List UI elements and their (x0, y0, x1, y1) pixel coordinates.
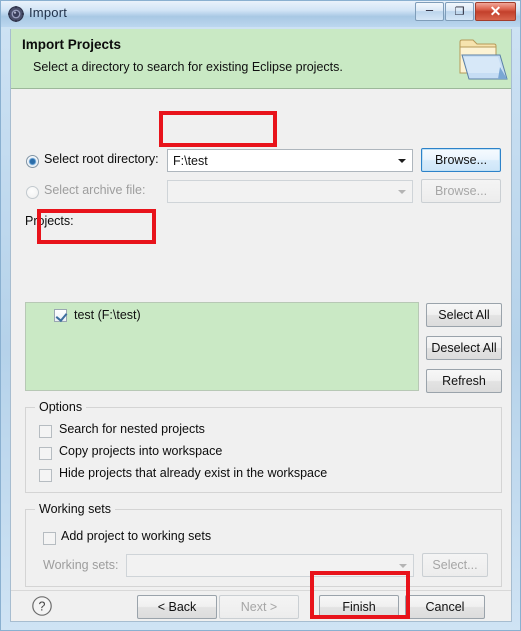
root-directory-combo[interactable]: F:\test (167, 149, 413, 172)
maximize-button[interactable]: ❐ (445, 2, 474, 21)
deselect-all-button[interactable]: Deselect All (426, 336, 502, 360)
import-dialog-window: Import – ❐ ✕ Import Projects Select a di… (0, 0, 521, 631)
back-button[interactable]: < Back (137, 595, 217, 619)
window-title: Import (29, 5, 68, 20)
close-button[interactable]: ✕ (475, 2, 516, 21)
list-item[interactable]: test (F:\test) (30, 307, 416, 325)
label-select-root-directory: Select root directory: (44, 152, 159, 166)
dialog-body: Select root directory: F:\test Browse...… (11, 90, 511, 590)
checkbox-hide-existing-projects[interactable] (39, 469, 52, 482)
working-sets-group: Working sets Add project to working sets… (25, 502, 502, 587)
help-question-icon[interactable]: ? (31, 595, 53, 617)
wizard-header: Import Projects Select a directory to se… (11, 29, 511, 89)
root-directory-value: F:\test (173, 154, 208, 168)
label-select-archive-file: Select archive file: (44, 183, 146, 197)
checkbox-search-nested-projects[interactable] (39, 425, 52, 438)
label-hide-existing-projects: Hide projects that already exist in the … (59, 466, 328, 480)
eclipse-import-icon (8, 6, 24, 22)
working-sets-group-title: Working sets (35, 502, 116, 516)
title-bar: Import – ❐ ✕ (1, 1, 520, 27)
page-title: Import Projects (22, 37, 122, 52)
minimize-icon: – (425, 1, 434, 17)
select-all-button[interactable]: Select All (426, 303, 502, 327)
label-working-sets: Working sets: (43, 558, 119, 572)
select-working-sets-button: Select... (422, 553, 488, 577)
projects-list[interactable]: test (F:\test) (25, 302, 419, 391)
radio-select-archive-file[interactable] (26, 186, 39, 199)
finish-button[interactable]: Finish (319, 595, 399, 619)
open-folder-icon (454, 33, 510, 87)
browse-archive-file-button: Browse... (421, 179, 501, 203)
refresh-button[interactable]: Refresh (426, 369, 502, 393)
cancel-button[interactable]: Cancel (405, 595, 485, 619)
label-search-nested-projects: Search for nested projects (59, 422, 205, 436)
checkbox-copy-projects-into-workspace[interactable] (39, 447, 52, 460)
dialog-client-area: Import Projects Select a directory to se… (10, 29, 512, 622)
dialog-footer: ? < Back Next > Finish Cancel (11, 590, 511, 621)
page-description: Select a directory to search for existin… (33, 60, 343, 74)
close-icon: ✕ (489, 3, 502, 19)
next-button: Next > (219, 595, 299, 619)
projects-label: Projects: (25, 214, 74, 228)
checkbox-add-project-to-working-sets[interactable] (43, 532, 56, 545)
chevron-down-icon[interactable] (393, 151, 411, 170)
label-copy-projects-into-workspace: Copy projects into workspace (59, 444, 223, 458)
radio-select-root-directory[interactable] (26, 155, 39, 168)
maximize-icon: ❐ (454, 6, 465, 18)
chevron-down-icon-working-sets (394, 556, 412, 575)
project-checkbox[interactable] (54, 309, 67, 322)
chevron-down-icon-archive (393, 182, 411, 201)
label-add-project-to-working-sets: Add project to working sets (61, 529, 212, 543)
options-group: Options Search for nested projects Copy … (25, 400, 502, 493)
project-label: test (F:\test) (74, 308, 141, 322)
minimize-button[interactable]: – (415, 2, 444, 21)
svg-text:?: ? (39, 600, 46, 614)
options-group-title: Options (35, 400, 87, 414)
browse-root-directory-button[interactable]: Browse... (421, 148, 501, 172)
archive-file-combo[interactable] (167, 180, 413, 203)
working-sets-combo (126, 554, 414, 577)
